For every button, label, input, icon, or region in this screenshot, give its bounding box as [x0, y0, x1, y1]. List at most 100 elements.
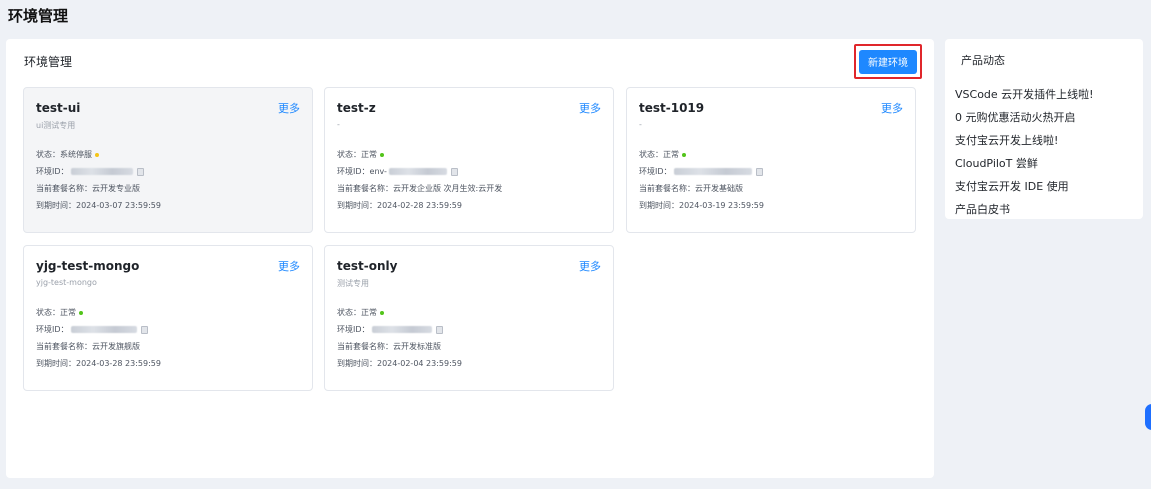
- expire-row: 到期时间： 2024-03-28 23:59:59: [36, 355, 300, 372]
- status-dot-icon: [95, 152, 99, 157]
- env-card[interactable]: test-only 更多 测试专用 状态： 正常 环境ID： 当前套餐名称： 云…: [324, 245, 614, 391]
- package-value: 云开发旗舰版: [92, 342, 140, 351]
- news-item[interactable]: 0 元购优惠活动火热开启: [955, 106, 1094, 129]
- env-id-label: 环境ID：: [36, 167, 69, 176]
- redacted-env-id: [673, 168, 752, 175]
- status-value: 正常: [361, 150, 377, 159]
- package-label: 当前套餐名称：: [36, 342, 92, 351]
- env-id-row: 环境ID：: [36, 163, 300, 180]
- news-item[interactable]: 产品白皮书: [955, 198, 1094, 221]
- env-name: test-ui: [36, 101, 81, 115]
- product-news-title: 产品动态: [961, 54, 1005, 67]
- status-dot-icon: [79, 310, 83, 315]
- news-item[interactable]: CloudPiloT 尝鲜: [955, 152, 1094, 175]
- env-description: -: [337, 120, 340, 129]
- news-item[interactable]: 支付宝云开发 IDE 使用: [955, 175, 1094, 198]
- status-label: 状态：: [639, 150, 663, 159]
- status-dot-icon: [380, 310, 384, 315]
- environment-panel: 环境管理 新建环境 test-ui 更多 ui测试专用 状态： 系统停服 环境I…: [6, 39, 934, 478]
- package-value: 云开发基础版: [695, 184, 743, 193]
- status-row: 状态： 正常: [36, 304, 300, 321]
- more-link[interactable]: 更多: [881, 100, 903, 116]
- expire-value: 2024-03-28 23:59:59: [76, 359, 161, 368]
- status-dot-icon: [682, 152, 686, 157]
- package-row: 当前套餐名称： 云开发专业版: [36, 180, 300, 197]
- expire-value: 2024-02-04 23:59:59: [377, 359, 462, 368]
- more-link[interactable]: 更多: [278, 258, 300, 274]
- env-id-label: 环境ID：: [337, 325, 370, 334]
- status-value: 系统停服: [60, 150, 92, 159]
- env-id-prefix: env-: [369, 167, 387, 176]
- expire-value: 2024-03-07 23:59:59: [76, 201, 161, 210]
- package-label: 当前套餐名称：: [337, 342, 393, 351]
- news-item[interactable]: 支付宝云开发上线啦!: [955, 129, 1094, 152]
- expire-row: 到期时间： 2024-02-04 23:59:59: [337, 355, 601, 372]
- status-value: 正常: [663, 150, 679, 159]
- status-row: 状态： 系统停服: [36, 146, 300, 163]
- env-id-label: 环境ID：: [639, 167, 672, 176]
- floating-assistant-button[interactable]: [1145, 404, 1151, 430]
- expire-label: 到期时间：: [36, 201, 76, 210]
- redacted-env-id: [371, 326, 432, 333]
- copy-icon[interactable]: [140, 325, 148, 334]
- package-value: 云开发企业版 次月生效:云开发: [393, 184, 503, 193]
- expire-row: 到期时间： 2024-02-28 23:59:59: [337, 197, 601, 214]
- status-label: 状态：: [36, 150, 60, 159]
- expire-value: 2024-02-28 23:59:59: [377, 201, 462, 210]
- news-item[interactable]: VSCode 云开发插件上线啦!: [955, 83, 1094, 106]
- env-description: -: [639, 120, 642, 129]
- package-label: 当前套餐名称：: [639, 184, 695, 193]
- redacted-env-id: [70, 326, 137, 333]
- create-button-highlight: 新建环境: [854, 44, 922, 79]
- env-card[interactable]: test-1019 更多 - 状态： 正常 环境ID： 当前套餐名称： 云开发基…: [626, 87, 916, 233]
- status-dot-icon: [380, 152, 384, 157]
- package-row: 当前套餐名称： 云开发标准版: [337, 338, 601, 355]
- env-id-label: 环境ID：: [337, 167, 370, 176]
- copy-icon[interactable]: [755, 167, 763, 176]
- copy-icon[interactable]: [136, 167, 144, 176]
- env-description: ui测试专用: [36, 121, 76, 130]
- status-label: 状态：: [337, 308, 361, 317]
- package-value: 云开发专业版: [92, 184, 140, 193]
- create-environment-button[interactable]: 新建环境: [859, 49, 917, 74]
- product-news-list: VSCode 云开发插件上线啦! 0 元购优惠活动火热开启 支付宝云开发上线啦!…: [955, 83, 1094, 221]
- env-description: 测试专用: [337, 279, 369, 288]
- env-id-row: 环境ID：: [337, 321, 601, 338]
- env-name: test-only: [337, 259, 398, 273]
- expire-label: 到期时间：: [36, 359, 76, 368]
- env-card[interactable]: test-ui 更多 ui测试专用 状态： 系统停服 环境ID： 当前套餐名称：…: [23, 87, 313, 233]
- status-label: 状态：: [36, 308, 60, 317]
- env-card[interactable]: test-z 更多 - 状态： 正常 环境ID： env- 当前套餐名称： 云开…: [324, 87, 614, 233]
- expire-row: 到期时间： 2024-03-07 23:59:59: [36, 197, 300, 214]
- expire-value: 2024-03-19 23:59:59: [679, 201, 764, 210]
- copy-icon[interactable]: [435, 325, 443, 334]
- env-id-row: 环境ID：: [36, 321, 300, 338]
- redacted-env-id: [388, 168, 447, 175]
- env-name: test-1019: [639, 101, 705, 115]
- redacted-env-id: [70, 168, 133, 175]
- expire-label: 到期时间：: [639, 201, 679, 210]
- expire-label: 到期时间：: [337, 359, 377, 368]
- env-id-label: 环境ID：: [36, 325, 69, 334]
- package-value: 云开发标准版: [393, 342, 441, 351]
- page-title: 环境管理: [8, 7, 69, 25]
- env-id-row: 环境ID： env-: [337, 163, 601, 180]
- status-label: 状态：: [337, 150, 361, 159]
- more-link[interactable]: 更多: [579, 258, 601, 274]
- copy-icon[interactable]: [450, 167, 458, 176]
- more-link[interactable]: 更多: [579, 100, 601, 116]
- more-link[interactable]: 更多: [278, 100, 300, 116]
- expire-label: 到期时间：: [337, 201, 377, 210]
- env-name: yjg-test-mongo: [36, 259, 140, 273]
- env-name: test-z: [337, 101, 376, 115]
- package-row: 当前套餐名称： 云开发企业版 次月生效:云开发: [337, 180, 601, 197]
- status-row: 状态： 正常: [337, 146, 601, 163]
- status-value: 正常: [60, 308, 76, 317]
- env-id-row: 环境ID：: [639, 163, 903, 180]
- env-card[interactable]: yjg-test-mongo 更多 yjg-test-mongo 状态： 正常 …: [23, 245, 313, 391]
- status-value: 正常: [361, 308, 377, 317]
- package-row: 当前套餐名称： 云开发旗舰版: [36, 338, 300, 355]
- panel-title: 环境管理: [24, 55, 73, 69]
- package-label: 当前套餐名称：: [36, 184, 92, 193]
- env-description: yjg-test-mongo: [36, 278, 97, 287]
